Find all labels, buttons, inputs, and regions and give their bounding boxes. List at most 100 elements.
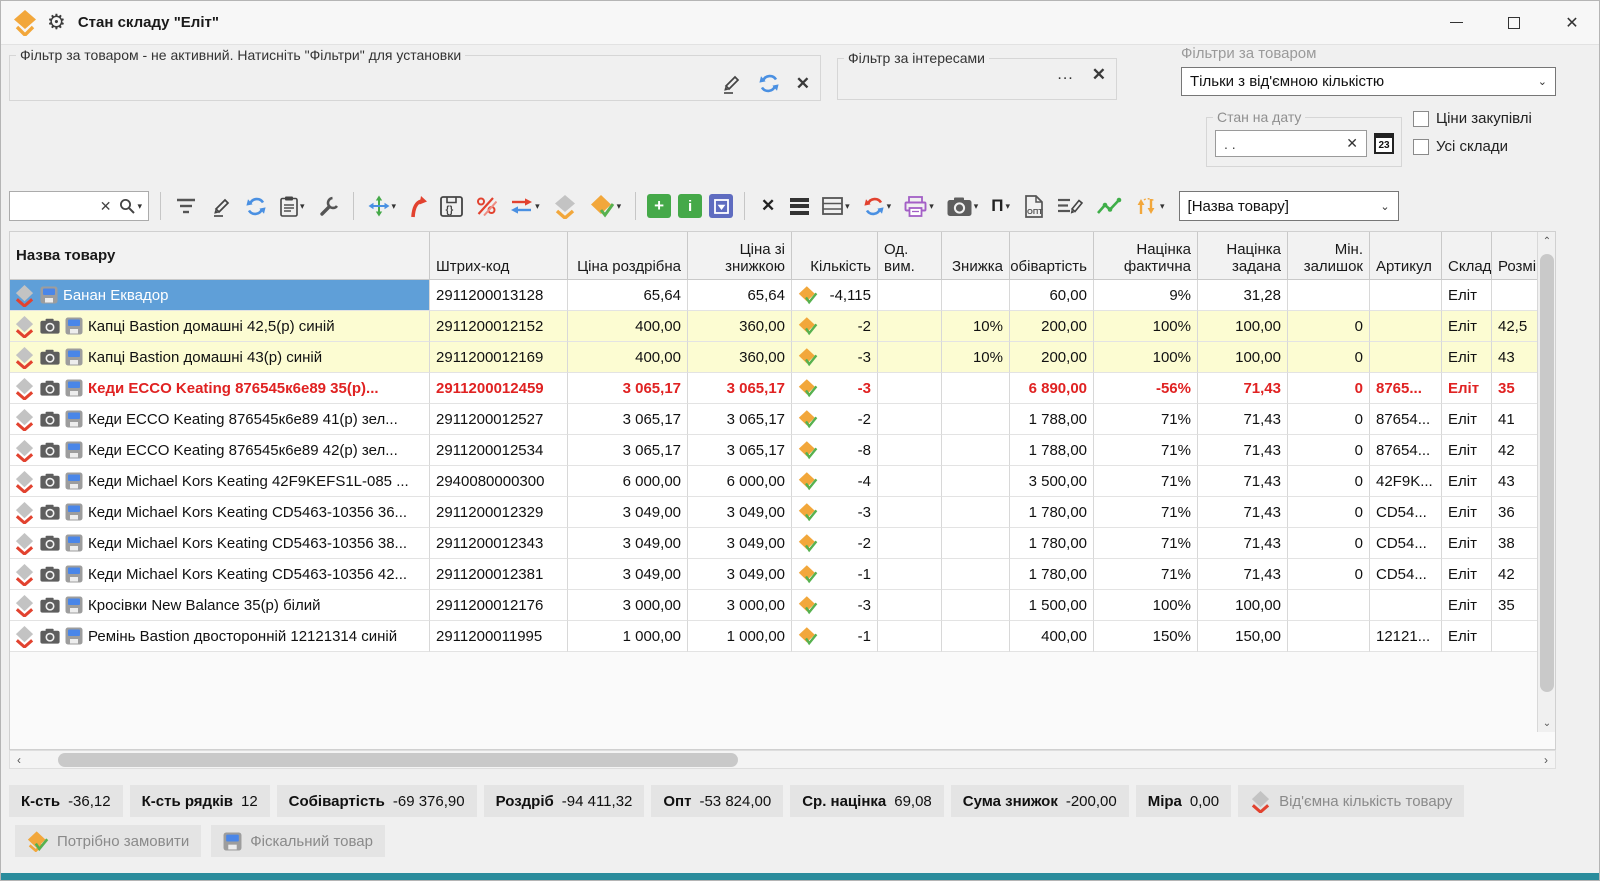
cell-warehouse[interactable]: Еліт (1442, 404, 1492, 435)
edit-list-icon[interactable] (1054, 190, 1086, 222)
cell-quantity[interactable]: -3 (792, 373, 878, 404)
cell-article[interactable]: 12121... (1370, 621, 1442, 652)
table-row[interactable]: Кеди Michael Kors Keating 42F9KEFS1L-085… (10, 466, 1555, 497)
cell-quantity[interactable]: -4,115 (792, 280, 878, 311)
cell-barcode[interactable]: 2911200011995 (430, 621, 568, 652)
table-row[interactable]: Ремінь Bastion двосторонній 12121314 син… (10, 621, 1555, 652)
cell-barcode[interactable]: 2940080000300 (430, 466, 568, 497)
cell-name[interactable]: Кеди Michael Kors Keating CD5463-10356 3… (10, 497, 430, 528)
cell-markup_set[interactable]: 100,00 (1198, 311, 1288, 342)
cell-price_discounted[interactable]: 360,00 (688, 311, 792, 342)
cell-discount[interactable] (942, 528, 1010, 559)
cell-barcode[interactable]: 2911200012169 (430, 342, 568, 373)
table-row[interactable]: Кеди ECCO Keating 876545к6е89 35(р)...29… (10, 373, 1555, 404)
cell-name[interactable]: Капці Bastion домашні 42,5(р) синій (10, 311, 430, 342)
cell-price_discounted[interactable]: 3 065,17 (688, 435, 792, 466)
cell-quantity[interactable]: -8 (792, 435, 878, 466)
print-icon[interactable]: ▾ (901, 190, 937, 222)
cell-cost[interactable]: 6 890,00 (1010, 373, 1094, 404)
cell-size[interactable]: 38 (1492, 528, 1539, 559)
grid-icon[interactable]: ▾ (819, 190, 853, 222)
cell-article[interactable]: 8765... (1370, 373, 1442, 404)
cell-price_retail[interactable]: 3 065,17 (568, 373, 688, 404)
cell-markup_actual[interactable]: 100% (1094, 342, 1198, 373)
info-button[interactable]: i (678, 194, 702, 218)
cell-unit[interactable] (878, 497, 942, 528)
column-header-name[interactable]: Назва товару (10, 232, 430, 279)
cell-price_retail[interactable]: 1 000,00 (568, 621, 688, 652)
cell-markup_set[interactable]: 71,43 (1198, 404, 1288, 435)
clipboard-icon[interactable]: ▾ (277, 190, 308, 222)
cell-size[interactable]: 42,5 (1492, 311, 1539, 342)
cell-price_retail[interactable]: 65,64 (568, 280, 688, 311)
cell-article[interactable]: 87654... (1370, 404, 1442, 435)
column-header-markup_actual[interactable]: Націнка фактична (1094, 232, 1198, 279)
table-row[interactable]: Кеди Michael Kors Keating CD5463-10356 4… (10, 559, 1555, 590)
cell-unit[interactable] (878, 621, 942, 652)
column-header-price_retail[interactable]: Ціна роздрібна (568, 232, 688, 279)
cell-markup_set[interactable]: 71,43 (1198, 528, 1288, 559)
cell-min_stock[interactable]: 0 (1288, 373, 1370, 404)
cell-price_retail[interactable]: 3 049,00 (568, 528, 688, 559)
cell-unit[interactable] (878, 435, 942, 466)
cell-unit[interactable] (878, 559, 942, 590)
cell-size[interactable] (1492, 621, 1539, 652)
cell-price_discounted[interactable]: 3 049,00 (688, 528, 792, 559)
table-row[interactable]: Кеди Michael Kors Keating CD5463-10356 3… (10, 528, 1555, 559)
cell-name[interactable]: Кеди Michael Kors Keating 42F9KEFS1L-085… (10, 466, 430, 497)
column-header-article[interactable]: Артикул (1370, 232, 1442, 279)
cell-size[interactable]: 43 (1492, 466, 1539, 497)
filter-icon[interactable] (172, 190, 200, 222)
column-header-cost[interactable]: обівартість (1010, 232, 1094, 279)
minimize-button[interactable] (1427, 1, 1485, 45)
cell-name[interactable]: Кросівки New Balance 35(р) білий (10, 590, 430, 621)
scroll-right-icon[interactable]: › (1537, 753, 1555, 767)
cell-price_retail[interactable]: 3 065,17 (568, 404, 688, 435)
horizontal-scrollbar[interactable]: ‹ › (9, 750, 1556, 769)
cell-cost[interactable]: 1 788,00 (1010, 435, 1094, 466)
cell-discount[interactable] (942, 466, 1010, 497)
cell-markup_actual[interactable]: 71% (1094, 528, 1198, 559)
cell-name[interactable]: Кеди Michael Kors Keating CD5463-10356 4… (10, 559, 430, 590)
camera-icon[interactable]: ▾ (944, 190, 982, 222)
cell-article[interactable]: CD54... (1370, 497, 1442, 528)
cell-article[interactable] (1370, 342, 1442, 373)
cell-article[interactable]: 87654... (1370, 435, 1442, 466)
product-filters-select[interactable]: Тільки з від'ємною кількістю ⌄ (1181, 67, 1556, 96)
cell-barcode[interactable]: 2911200012176 (430, 590, 568, 621)
cell-min_stock[interactable]: 0 (1288, 435, 1370, 466)
cell-price_discounted[interactable]: 3 000,00 (688, 590, 792, 621)
cell-barcode[interactable]: 2911200012534 (430, 435, 568, 466)
cell-size[interactable]: 42 (1492, 435, 1539, 466)
cell-markup_actual[interactable]: -56% (1094, 373, 1198, 404)
group-by-select[interactable]: [Назва товару] ⌄ (1179, 191, 1399, 221)
chart-icon[interactable] (1093, 190, 1125, 222)
opt-doc-icon[interactable]: ОПТ (1020, 190, 1047, 222)
cell-price_retail[interactable]: 400,00 (568, 342, 688, 373)
cell-warehouse[interactable]: Еліт (1442, 590, 1492, 621)
settings-gear-icon[interactable]: ⚙ (47, 10, 66, 35)
cell-quantity[interactable]: -2 (792, 404, 878, 435)
cell-warehouse[interactable]: Еліт (1442, 280, 1492, 311)
cell-min_stock[interactable] (1288, 280, 1370, 311)
download-button[interactable] (709, 194, 733, 218)
cell-discount[interactable]: 10% (942, 311, 1010, 342)
search-input[interactable]: ✕ ▾ (9, 191, 149, 221)
delete-icon[interactable]: ✕ (756, 190, 780, 222)
cell-price_discounted[interactable]: 6 000,00 (688, 466, 792, 497)
cell-discount[interactable]: 10% (942, 342, 1010, 373)
column-header-price_discounted[interactable]: Ціна зі знижкою (688, 232, 792, 279)
cell-cost[interactable]: 1 780,00 (1010, 528, 1094, 559)
cell-barcode[interactable]: 2911200012381 (430, 559, 568, 590)
cell-price_discounted[interactable]: 360,00 (688, 342, 792, 373)
cell-markup_actual[interactable]: 100% (1094, 311, 1198, 342)
cell-markup_set[interactable]: 71,43 (1198, 373, 1288, 404)
cell-size[interactable]: 42 (1492, 559, 1539, 590)
cell-size[interactable]: 35 (1492, 373, 1539, 404)
table-row[interactable]: Кросівки New Balance 35(р) білий29112000… (10, 590, 1555, 621)
cell-discount[interactable] (942, 621, 1010, 652)
cell-discount[interactable] (942, 404, 1010, 435)
calendar-button[interactable]: 23 (1371, 130, 1397, 157)
cell-quantity[interactable]: -3 (792, 342, 878, 373)
cell-cost[interactable]: 3 500,00 (1010, 466, 1094, 497)
